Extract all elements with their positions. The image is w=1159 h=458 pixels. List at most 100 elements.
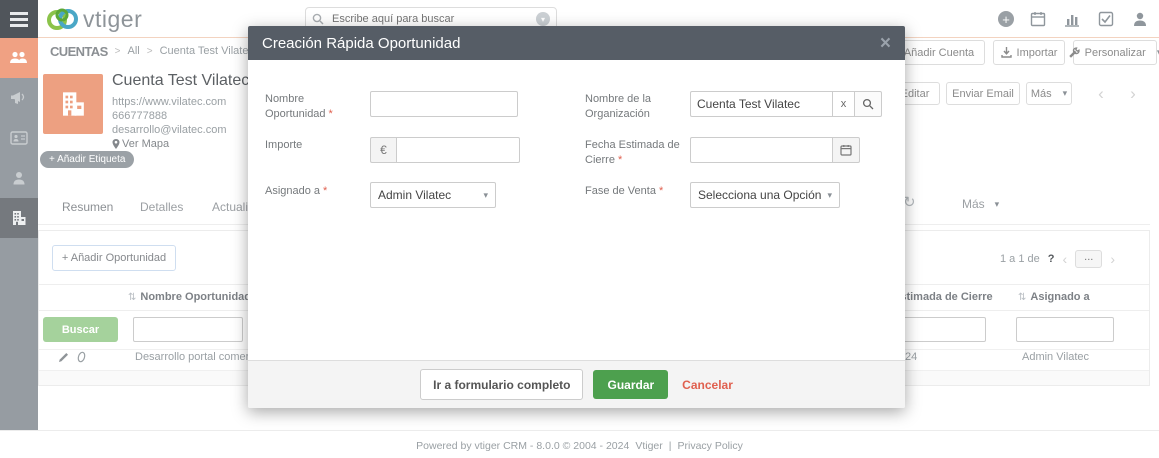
pagination-label: 1 a 1 de — [1000, 253, 1040, 265]
import-button[interactable]: Importar — [993, 40, 1065, 65]
hamburger-icon — [10, 12, 28, 15]
filter-name-input[interactable] — [133, 317, 243, 342]
personalize-label: Personalizar — [1085, 47, 1146, 59]
row-opportunity-name[interactable]: Desarrollo portal comercial — [135, 351, 266, 363]
widget-more-button[interactable]: Más ▾ — [962, 197, 999, 211]
table-search-button[interactable]: Buscar — [43, 317, 118, 342]
personalize-button[interactable]: Personalizar ▾ — [1073, 40, 1157, 65]
modal-footer: Ir a formulario completo Guardar Cancela… — [248, 360, 905, 408]
full-form-button[interactable]: Ir a formulario completo — [420, 369, 583, 400]
column-header-name[interactable]: ⇅ Nombre Oportunidad — [128, 291, 251, 303]
pagination: 1 a 1 de ? ‹ ... › — [1000, 248, 1115, 270]
breadcrumb-list[interactable]: All — [128, 45, 140, 57]
fase-selected-value: Selecciona una Opción — [698, 188, 821, 202]
page-prev-button[interactable]: ‹ — [1063, 251, 1068, 267]
breadcrumb-separator: > — [147, 46, 153, 57]
save-button[interactable]: Guardar — [593, 370, 668, 399]
tasks-nav-icon[interactable] — [1098, 11, 1114, 27]
wrench-icon — [1069, 47, 1080, 58]
send-email-button[interactable]: Enviar Email — [946, 82, 1020, 105]
account-name: Cuenta Test Vilatec — [112, 72, 249, 90]
close-icon[interactable]: × — [880, 34, 891, 53]
account-email[interactable]: desarrollo@vilatec.com — [112, 124, 227, 136]
modal-title: Creación Rápida Oportunidad — [262, 35, 460, 52]
sidebar-item-campaigns[interactable] — [0, 78, 38, 118]
footer-divider — [0, 430, 1159, 431]
row-attachment-icon[interactable] — [76, 351, 87, 363]
sidebar-item-marketing[interactable] — [0, 38, 38, 78]
breadcrumb-module[interactable]: CUENTAS — [50, 44, 108, 59]
asignado-select[interactable]: Admin Vilatec ▾ — [370, 182, 496, 208]
more-label: Más — [1031, 88, 1052, 100]
caret-down-icon: ▾ — [827, 190, 832, 201]
page-footer: Powered by vtiger CRM - 8.0.0 © 2004 - 2… — [0, 440, 1159, 452]
more-actions-button[interactable]: Más ▾ — [1026, 82, 1072, 105]
footer-vtiger-link[interactable]: Vtiger — [635, 440, 662, 452]
hamburger-menu[interactable] — [0, 0, 38, 38]
account-avatar — [43, 74, 103, 134]
add-tag-pill[interactable]: + Añadir Etiqueta — [40, 151, 134, 168]
column-header-assigned[interactable]: ⇅ Asignado a — [1018, 291, 1090, 303]
label-text: Importe — [265, 139, 302, 151]
fase-venta-select[interactable]: Selecciona una Opción ▾ — [690, 182, 840, 208]
vtiger-logo[interactable]: vtiger — [46, 4, 142, 34]
search-scope-toggle-icon[interactable]: ▾ — [536, 12, 550, 26]
account-map-link[interactable]: Ver Mapa — [112, 138, 169, 150]
fecha-cierre-input[interactable] — [690, 137, 832, 163]
clear-field-button[interactable]: x — [832, 91, 854, 117]
label-text: Asignado a — [265, 185, 320, 197]
building-icon — [10, 209, 28, 227]
reports-nav-icon[interactable] — [1064, 11, 1080, 27]
calendar-nav-icon[interactable] — [1030, 11, 1046, 27]
search-input[interactable] — [330, 12, 536, 26]
account-website[interactable]: https://www.vilatec.com — [112, 96, 226, 108]
previous-record-button[interactable]: ‹ — [1090, 82, 1112, 105]
contact-card-icon — [10, 131, 28, 145]
caret-down-icon: ▾ — [483, 190, 488, 201]
organizacion-input[interactable] — [690, 91, 832, 117]
next-record-button[interactable]: › — [1122, 82, 1144, 105]
field-label-importe: Importe — [265, 138, 365, 153]
quick-create-modal: Creación Rápida Oportunidad × Nombre Opo… — [248, 26, 905, 408]
row-edit-icon[interactable] — [58, 352, 69, 363]
sidebar-item-contacts[interactable] — [0, 118, 38, 158]
sidebar-item-accounts[interactable] — [0, 198, 38, 238]
column-header-close-date[interactable]: Estimada de Cierre — [893, 291, 993, 303]
hamburger-icon — [10, 18, 28, 21]
megaphone-icon — [10, 90, 28, 106]
tab-resumen[interactable]: Resumen — [62, 200, 113, 214]
add-opportunity-button[interactable]: + Añadir Oportunidad — [52, 245, 176, 271]
vtiger-app: vtiger ▾ + — [0, 0, 1159, 458]
cancel-link[interactable]: Cancelar — [682, 378, 733, 392]
sidebar-item-leads[interactable] — [0, 158, 38, 198]
footer-powered-by: Powered by vtiger CRM - 8.0.0 © 2004 - 2… — [416, 440, 629, 452]
row-assigned-to: Admin Vilatec — [1022, 351, 1089, 363]
calendar-addon-button[interactable] — [832, 137, 860, 163]
page-next-button[interactable]: › — [1110, 251, 1115, 267]
modal-header: Creación Rápida Oportunidad × — [248, 26, 905, 60]
importe-field-group: € — [370, 137, 520, 163]
sort-icon: ⇅ — [1018, 292, 1026, 303]
account-phone[interactable]: 666777888 — [112, 110, 167, 122]
org-search-button[interactable] — [854, 91, 882, 117]
footer-privacy-link[interactable]: Privacy Policy — [678, 440, 743, 452]
breadcrumb-record[interactable]: Cuenta Test Vilate... — [160, 45, 258, 57]
page-ellipsis-button[interactable]: ... — [1075, 250, 1102, 268]
user-profile-icon[interactable] — [1132, 11, 1148, 27]
import-label: Importar — [1017, 47, 1058, 59]
tab-detalles[interactable]: Detalles — [140, 200, 183, 214]
field-label-fecha: Fecha Estimada de Cierre* — [585, 138, 680, 168]
importe-input[interactable] — [396, 137, 520, 163]
nombre-oportunidad-input[interactable] — [370, 91, 518, 117]
filter-assigned-input[interactable] — [1016, 317, 1114, 342]
map-link-label: Ver Mapa — [122, 138, 169, 150]
person-icon — [11, 170, 27, 186]
quick-create-button[interactable]: + — [998, 11, 1014, 27]
people-group-icon — [9, 50, 29, 66]
add-account-label: Añadir Cuenta — [904, 47, 974, 59]
caret-down-icon: ▾ — [1063, 88, 1068, 99]
map-pin-icon — [112, 139, 120, 149]
search-icon — [312, 13, 324, 25]
sort-icon: ⇅ — [128, 292, 136, 303]
add-account-button[interactable]: Añadir Cuenta — [893, 40, 985, 65]
